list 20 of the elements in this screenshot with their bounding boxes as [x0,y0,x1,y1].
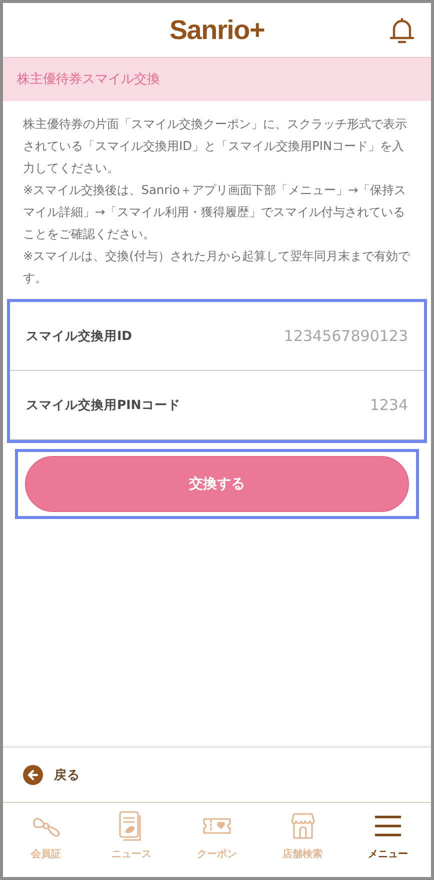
submit-button[interactable]: 交換する [25,456,409,512]
bell-icon[interactable] [389,17,415,45]
tab-bar-item[interactable]: 店舗検索 [260,809,346,877]
tab-bar-item[interactable]: 会員証 [3,809,89,877]
field-label: スマイル交換用ID [26,326,132,345]
menu-icon [374,815,402,837]
instruction-text: ※スマイル交換後は、Sanrio＋アプリ画面下部「メニュー」→「保持スマイル詳細」→「スマイル利用・獲得履歴」でスマイル付与されていることをご確認ください。 [23,182,408,243]
store-icon [288,812,317,840]
input-field[interactable]: 1234567890123 [132,324,408,348]
field-label: スマイル交換用PINコード [26,396,180,414]
instruction-text: 株主優待券の片面「スマイル交換クーポン」に、スクラッチ形式で表示されている「スマイル交換用ID」と「スマイル交換用PINコード」を入力してください。 [23,116,408,177]
input-field[interactable]: 1234 [180,394,408,416]
tab-bar-item[interactable]: ニュース [88,809,174,877]
instruction-text: ※スマイルは、交換(付与）された月から起算して翌年同月末まで有効です。 [23,248,411,287]
back-link[interactable]: 戻る [3,748,431,803]
tab-bar-item[interactable]: クーポン [174,809,260,877]
app-logo: Sanrio+ [169,14,265,47]
ticket-icon [202,816,232,836]
section-title: 株主優待券スマイル交換 [17,70,160,89]
tab-bar-item[interactable]: メニュー [345,809,431,877]
